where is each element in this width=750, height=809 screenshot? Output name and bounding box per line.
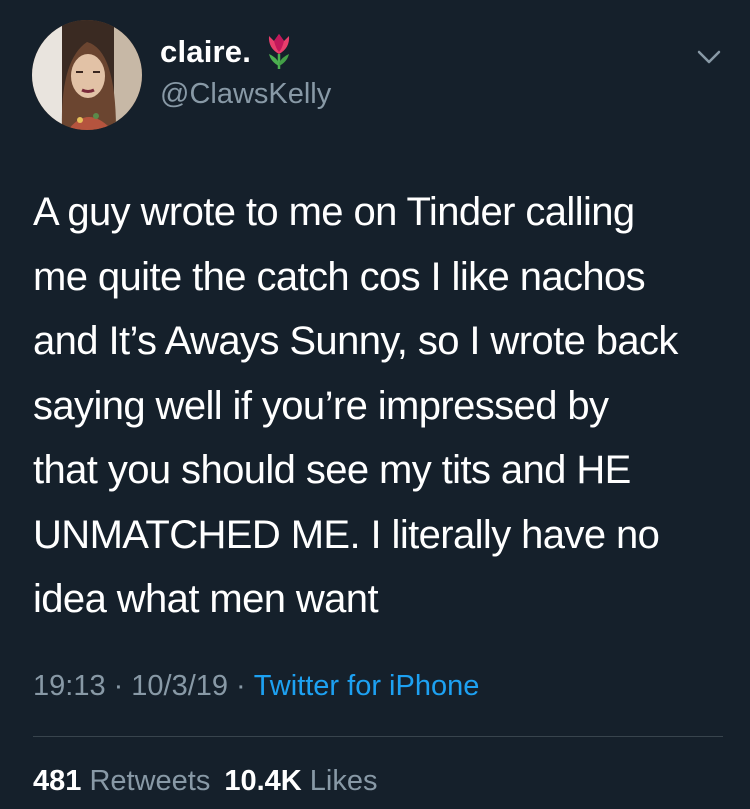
tweet-source-link[interactable]: Twitter for iPhone: [254, 670, 480, 702]
display-name[interactable]: claire.: [160, 36, 251, 67]
likes-label: Likes: [309, 765, 378, 797]
tweet-metadata: 19:13 · 10/3/19 · Twitter for iPhone: [33, 669, 479, 703]
retweets-label: Retweets: [89, 765, 211, 797]
meta-separator: ·: [236, 670, 246, 702]
tweet-time[interactable]: 19:13: [33, 670, 106, 702]
retweets-count: 481: [33, 765, 82, 797]
avatar[interactable]: [32, 20, 142, 130]
author-name-row[interactable]: claire.: [160, 32, 295, 70]
tweet-text-line: A guy wrote to me on Tinder calling: [33, 190, 635, 234]
tweet-text-line: and It’s Aways Sunny, so I wrote back: [33, 319, 678, 363]
tweet-text: A guy wrote to me on Tinder calling me q…: [33, 180, 733, 632]
chevron-down-icon[interactable]: [696, 48, 722, 66]
retweets-stat[interactable]: 481 Retweets: [33, 765, 210, 797]
tweet-text-line: that you should see my tits and HE: [33, 448, 631, 492]
tweet-text-line: saying well if you’re impressed by: [33, 383, 609, 428]
user-handle[interactable]: @ClawsKelly: [160, 80, 331, 109]
likes-stat[interactable]: 10.4K Likes: [224, 765, 377, 797]
likes-count: 10.4K: [224, 765, 302, 797]
meta-separator: ·: [113, 670, 124, 702]
tweet-text-line: idea what men want: [33, 577, 379, 621]
avatar-photo: [32, 20, 142, 130]
tweet-stats: 481 Retweets 10.4K Likes: [33, 764, 378, 798]
tweet-date[interactable]: 10/3/19: [131, 670, 228, 702]
divider: [33, 736, 723, 737]
tulip-icon: [268, 34, 290, 69]
tweet-text-line: UNMATCHED ME. I literally have no: [33, 512, 660, 557]
tweet-text-line: me quite the catch cos I like nachos: [33, 254, 646, 299]
